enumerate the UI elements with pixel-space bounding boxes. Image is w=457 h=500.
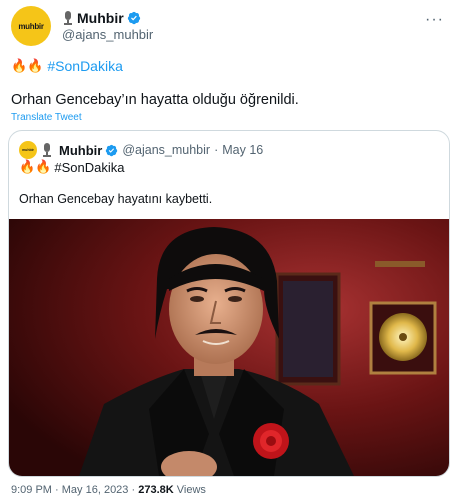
- verified-badge-icon: [106, 144, 118, 156]
- footer-separator: ·: [55, 484, 59, 496]
- hashtag-link[interactable]: #SonDakika: [47, 58, 123, 74]
- more-horizontal-icon[interactable]: ···: [425, 11, 444, 29]
- quoted-tweet-header: muhbir Muhbir @ajans_muhbir · May 16: [19, 141, 263, 159]
- hashtag-line: 🔥🔥 #SonDakika: [11, 58, 123, 74]
- tweet-text: Orhan Gencebay’ın hayatta olduğu öğrenil…: [11, 92, 299, 108]
- avatar[interactable]: muhbir: [11, 6, 51, 46]
- translate-tweet-link[interactable]: Translate Tweet: [11, 112, 82, 123]
- quoted-separator: ·: [214, 143, 219, 157]
- quoted-hashtag: #SonDakika: [54, 159, 125, 175]
- quoted-hashtag-line: 🔥🔥 #SonDakika: [19, 159, 124, 175]
- quoted-date: May 16: [222, 143, 264, 157]
- views-label: Views: [176, 484, 206, 496]
- quoted-avatar-logo-text: muhbir: [22, 148, 34, 152]
- quoted-display-name: Muhbir: [59, 142, 103, 158]
- tweet-header: muhbir Muhbir @ajans_muhbir ···: [11, 6, 446, 46]
- quoted-avatar: muhbir: [19, 141, 37, 159]
- tweet-photo[interactable]: [9, 219, 449, 476]
- fire-emoji-icon: 🔥🔥: [11, 58, 44, 73]
- views-count: 273.8K: [138, 484, 174, 496]
- microphone-icon: [62, 10, 74, 25]
- author-info: Muhbir @ajans_muhbir: [62, 8, 153, 44]
- tweet-footer: 9:09 PM · May 16, 2023 · 273.8K Views: [11, 484, 206, 496]
- author-name-row[interactable]: Muhbir: [62, 8, 153, 27]
- tweet-time[interactable]: 9:09 PM: [11, 484, 52, 496]
- fire-emoji-icon: 🔥🔥: [19, 159, 52, 174]
- quoted-tweet-text: Orhan Gencebay hayatını kaybetti.: [19, 192, 213, 206]
- tweet: muhbir Muhbir @ajans_muhbir ··· 🔥🔥 #SonD…: [0, 0, 457, 500]
- tweet-date[interactable]: May 16, 2023: [62, 484, 129, 496]
- avatar-logo-text: muhbir: [18, 21, 44, 31]
- quoted-handle: @ajans_muhbir: [122, 143, 211, 157]
- handle[interactable]: @ajans_muhbir: [62, 27, 153, 44]
- display-name[interactable]: Muhbir: [77, 10, 124, 26]
- quoted-tweet[interactable]: muhbir Muhbir @ajans_muhbir · May 16 🔥🔥 …: [8, 130, 450, 477]
- microphone-icon: [41, 143, 53, 157]
- footer-separator: ·: [131, 484, 136, 496]
- verified-badge-icon: [127, 11, 140, 24]
